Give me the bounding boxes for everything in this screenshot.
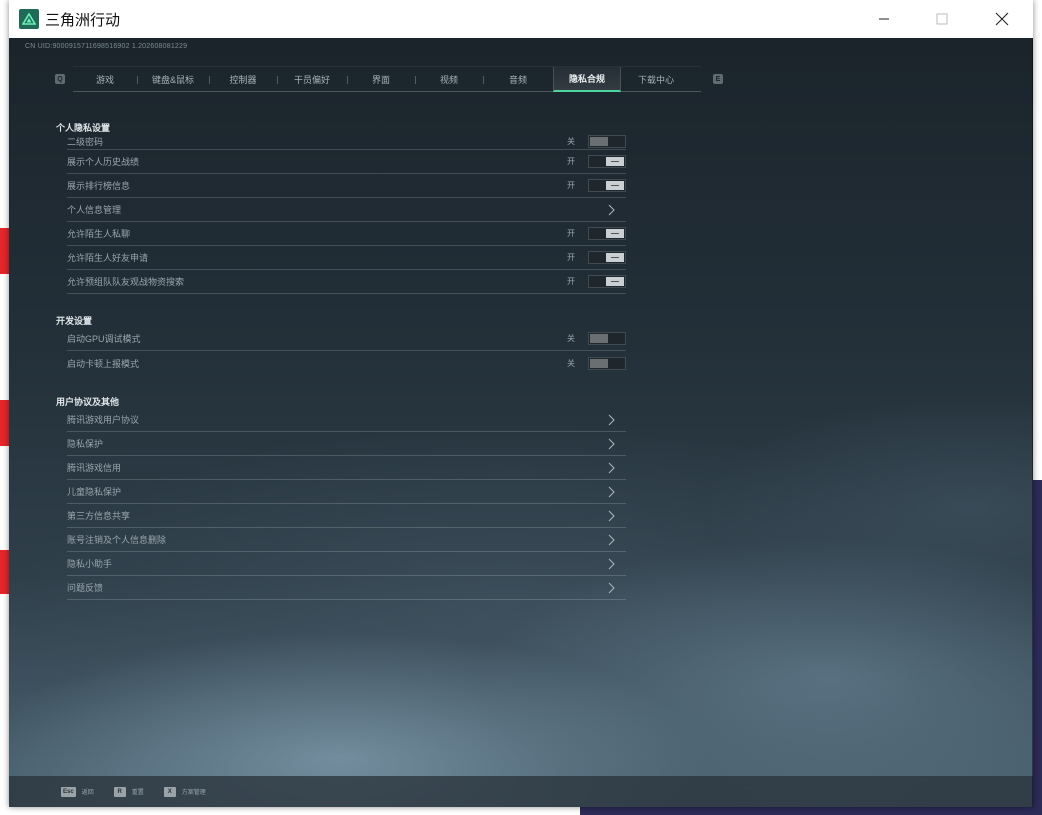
toggle-state: 关	[567, 137, 575, 146]
toggle-switch[interactable]	[588, 332, 626, 345]
chevron-right-icon	[608, 558, 615, 569]
setting-label: 展示个人历史战绩	[67, 157, 140, 167]
tab-audio[interactable]: 音频	[483, 67, 553, 92]
tab-download-center[interactable]: 下载中心	[621, 67, 691, 92]
game-window: 三角洲行动 CN UID:9000915711698516902 1.20260…	[9, 0, 1033, 807]
link-row-child-privacy[interactable]: 儿童隐私保护	[67, 480, 626, 504]
bottom-hint-bar: Esc 返回 R 重置 X 方案管理	[9, 776, 1033, 807]
setting-label: 启动GPU调试模式	[67, 334, 141, 344]
setting-label: 展示排行榜信息	[67, 181, 131, 191]
chevron-right-icon	[608, 204, 615, 215]
hint-label: 方案管理	[181, 790, 206, 796]
link-label: 儿童隐私保护	[67, 487, 122, 497]
toggle-state: 开	[567, 229, 575, 238]
key-cap: X	[163, 786, 176, 797]
uid-text: CN UID:9000915711698516902 1.20260808122…	[25, 43, 188, 50]
hint-label: 重置	[131, 790, 144, 796]
setting-row-leaderboard[interactable]: 展示排行榜信息 开	[67, 174, 626, 198]
link-row-account-deletion[interactable]: 账号注销及个人信息删除	[67, 528, 626, 552]
link-row-feedback[interactable]: 问题反馈	[67, 576, 626, 600]
title-bar: 三角洲行动	[9, 0, 1033, 38]
toggle-state: 关	[567, 358, 575, 368]
maximize-button[interactable]	[913, 0, 971, 38]
tab-list: 游戏 键盘&鼠标 控制器 干员偏好 界面 视频 音频 隐私合规 下载中心	[73, 66, 701, 92]
setting-row-secondary-password[interactable]: 二级密码 关	[67, 134, 626, 150]
chevron-right-icon	[608, 582, 615, 593]
chevron-right-icon	[608, 438, 615, 449]
minimize-button[interactable]	[855, 0, 913, 38]
settings-screen: CN UID:9000915711698516902 1.20260808122…	[9, 38, 1033, 807]
window-border	[1032, 38, 1033, 807]
app-logo-icon	[19, 9, 39, 29]
link-label: 腾讯游戏用户协议	[67, 415, 140, 425]
tab-interface[interactable]: 界面	[347, 67, 415, 92]
link-row-third-party-sharing[interactable]: 第三方信息共享	[67, 504, 626, 528]
chevron-right-icon	[608, 462, 615, 473]
toggle-state: 开	[567, 157, 575, 166]
scheme-management-hint[interactable]: X 方案管理	[163, 786, 206, 797]
back-hint[interactable]: Esc 返回	[61, 786, 94, 797]
setting-row-history-record[interactable]: 展示个人历史战绩 开	[67, 150, 626, 174]
toggle-switch[interactable]	[588, 251, 626, 264]
toggle-switch[interactable]	[588, 135, 626, 148]
setting-row-stranger-chat[interactable]: 允许陌生人私聊 开	[67, 222, 626, 246]
tab-operator-prefs[interactable]: 干员偏好	[277, 67, 347, 92]
setting-label: 允许陌生人好友申请	[67, 253, 149, 263]
link-row-privacy-protection[interactable]: 隐私保护	[67, 432, 626, 456]
link-label: 腾讯游戏信用	[67, 463, 122, 473]
link-row-user-agreement[interactable]: 腾讯游戏用户协议	[67, 408, 626, 432]
toggle-state: 开	[567, 181, 575, 190]
key-cap: R	[113, 786, 126, 797]
section-title-personal: 个人隐私设置	[56, 123, 111, 133]
toggle-switch[interactable]	[588, 275, 626, 288]
chevron-right-icon	[608, 414, 615, 425]
section-title-agreements: 用户协议及其他	[56, 397, 120, 407]
chevron-right-icon	[608, 486, 615, 497]
link-label: 账号注销及个人信息删除	[67, 535, 167, 545]
toggle-switch[interactable]	[588, 227, 626, 240]
key-cap: Esc	[61, 786, 76, 797]
toggle-switch[interactable]	[588, 356, 626, 370]
section-title-dev: 开发设置	[56, 316, 93, 326]
toggle-state: 开	[567, 277, 575, 286]
setting-row-gpu-debug[interactable]: 启动GPU调试模式 关	[67, 327, 626, 351]
minimize-icon	[879, 18, 889, 20]
prev-tab-key[interactable]: Q	[55, 74, 65, 84]
chevron-right-icon	[608, 510, 615, 521]
next-tab-key[interactable]: E	[713, 74, 723, 84]
toggle-state: 关	[567, 334, 575, 343]
setting-row-personal-info[interactable]: 个人信息管理	[67, 198, 626, 222]
chevron-right-icon	[608, 534, 615, 545]
settings-tab-bar: Q 游戏 键盘&鼠标 控制器 干员偏好 界面 视频 音频 隐私合规 下载中心 E	[53, 66, 725, 92]
setting-label: 允许陌生人私聊	[67, 229, 131, 239]
tab-privacy[interactable]: 隐私合规	[553, 67, 621, 92]
setting-label: 允许预组队队友观战物资搜索	[67, 277, 185, 287]
link-row-privacy-assistant[interactable]: 隐私小助手	[67, 552, 626, 576]
toggle-state: 开	[567, 253, 575, 262]
link-label: 问题反馈	[67, 583, 104, 593]
toggle-switch[interactable]	[588, 155, 626, 168]
tab-controller[interactable]: 控制器	[209, 67, 277, 92]
reset-hint[interactable]: R 重置	[113, 786, 144, 797]
close-button[interactable]	[973, 0, 1031, 38]
privacy-settings-panel: 个人隐私设置 二级密码 关 展示个人历史战绩 开 展示排行榜信息 开 个人信息管…	[56, 121, 626, 600]
window-title: 三角洲行动	[45, 11, 121, 29]
setting-row-stranger-friend-request[interactable]: 允许陌生人好友申请 开	[67, 246, 626, 270]
setting-label: 二级密码	[67, 137, 104, 147]
tab-keyboard-mouse[interactable]: 键盘&鼠标	[137, 67, 209, 92]
toggle-switch[interactable]	[588, 179, 626, 192]
hint-label: 返回	[81, 790, 94, 796]
link-label: 隐私小助手	[67, 559, 113, 569]
setting-label: 个人信息管理	[67, 205, 122, 215]
tab-video[interactable]: 视频	[415, 67, 483, 92]
close-icon	[995, 12, 1009, 26]
link-label: 第三方信息共享	[67, 511, 131, 521]
setting-label: 启动卡顿上报模式	[67, 358, 140, 369]
setting-row-spectate-search[interactable]: 允许预组队队友观战物资搜索 开	[67, 270, 626, 294]
link-row-game-credit[interactable]: 腾讯游戏信用	[67, 456, 626, 480]
setting-row-stutter-report[interactable]: 启动卡顿上报模式 关	[67, 351, 626, 375]
tab-game[interactable]: 游戏	[73, 67, 137, 92]
maximize-icon	[936, 13, 948, 25]
link-label: 隐私保护	[67, 439, 104, 449]
